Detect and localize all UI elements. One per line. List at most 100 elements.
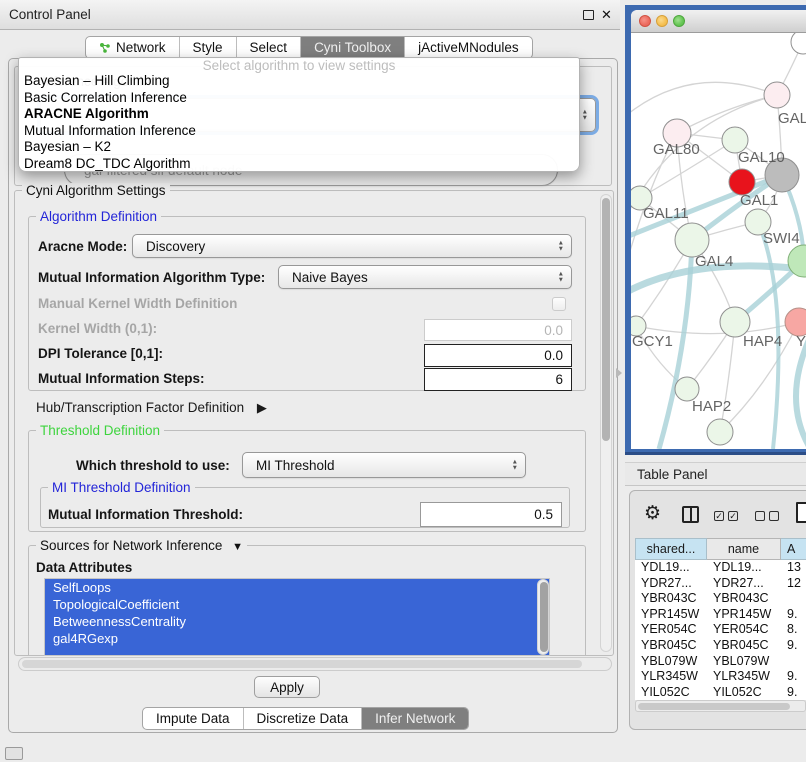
network-node-gal4[interactable] xyxy=(675,223,709,257)
manual-kernel-checkbox[interactable] xyxy=(552,297,566,311)
dropdown-item[interactable]: Mutual Information Inference xyxy=(19,123,579,140)
tab-label: Style xyxy=(193,40,223,55)
mi-steps-label: Mutual Information Steps: xyxy=(38,371,205,386)
tab-network[interactable]: Network xyxy=(86,37,179,58)
node-label: GAL xyxy=(778,110,806,127)
column-header-shared[interactable]: shared... xyxy=(635,538,707,560)
node-table: YDL19...YDL19...13 YDR27...YDR27...12 YB… xyxy=(635,560,806,700)
network-icon xyxy=(99,42,111,54)
hub-definition-toggle[interactable]: Hub/Transcription Factor Definition ▶ xyxy=(36,400,267,416)
tab-label: Network xyxy=(116,40,166,55)
unchecked-box-icon[interactable] xyxy=(769,511,779,521)
zoom-traffic-light[interactable] xyxy=(673,15,685,27)
tab-cyni-toolbox[interactable]: Cyni Toolbox xyxy=(300,37,404,58)
attributes-scrollbar-thumb[interactable] xyxy=(540,582,548,652)
dpi-tolerance-field[interactable]: 0.0 xyxy=(424,344,572,367)
attribute-item[interactable]: BetweennessCentrality xyxy=(45,613,549,630)
mi-threshold-group-title: MI Threshold Definition xyxy=(48,480,195,495)
tab-impute-data[interactable]: Impute Data xyxy=(143,708,243,729)
unchecked-box-icon[interactable] xyxy=(755,511,765,521)
network-node-bottom[interactable] xyxy=(707,419,733,445)
gear-icon[interactable]: ⚙ xyxy=(644,504,661,523)
settings-hscrollbar[interactable] xyxy=(18,657,612,671)
algorithm-dropdown-popup: Select algorithm to view settings Bayesi… xyxy=(18,57,580,172)
mi-type-label: Mutual Information Algorithm Type: xyxy=(38,270,265,285)
table-header: shared... name A xyxy=(635,538,806,560)
table-row[interactable]: YBR043CYBR043C xyxy=(635,591,806,607)
panel-resize-handle[interactable] xyxy=(616,368,622,378)
mi-threshold-field[interactable]: 0.5 xyxy=(420,502,562,527)
dpi-tolerance-label: DPI Tolerance [0,1]: xyxy=(38,346,163,361)
network-window-titlebar[interactable] xyxy=(631,10,806,33)
minimized-panel-icon[interactable] xyxy=(5,747,23,760)
document-icon[interactable] xyxy=(796,502,806,523)
tab-style[interactable]: Style xyxy=(179,37,236,58)
attributes-scrollbar[interactable] xyxy=(537,579,549,655)
control-panel-title: Control Panel xyxy=(9,7,91,22)
table-row[interactable]: YDR27...YDR27...12 xyxy=(635,576,806,592)
stepper-icon: ▲▼ xyxy=(582,110,588,121)
table-row[interactable]: YER054CYER054C8. xyxy=(635,622,806,638)
float-window-icon[interactable] xyxy=(583,10,594,20)
table-row[interactable]: YPR145WYPR145W9. xyxy=(635,607,806,623)
sources-toggle[interactable]: Sources for Network Inference ▼ xyxy=(36,538,247,553)
bottom-tabbar: Impute Data Discretize Data Infer Networ… xyxy=(142,707,469,730)
triangle-down-icon: ▼ xyxy=(232,541,243,553)
checked-box-icon[interactable]: ✓ xyxy=(728,511,738,521)
column-header-partial[interactable]: A xyxy=(781,538,806,560)
dropdown-item[interactable]: Dream8 DC_TDC Algorithm xyxy=(19,156,579,172)
table-row[interactable]: YBR045CYBR045C9. xyxy=(635,638,806,654)
checked-box-icon[interactable]: ✓ xyxy=(714,511,724,521)
which-threshold-value: MI Threshold xyxy=(256,458,335,473)
table-row[interactable]: YBL079WYBL079W xyxy=(635,654,806,670)
dropdown-item[interactable]: Bayesian – Hill Climbing xyxy=(19,73,579,90)
data-attributes-list: SelfLoops TopologicalCoefficient Between… xyxy=(44,578,550,656)
settings-hscrollbar-thumb[interactable] xyxy=(22,660,582,668)
stepper-icon: ▲▼ xyxy=(558,272,564,283)
table-row[interactable]: YDL19...YDL19...13 xyxy=(635,560,806,576)
aracne-mode-value: Discovery xyxy=(146,239,205,254)
attribute-item[interactable]: TopologicalCoefficient xyxy=(45,596,549,613)
settings-scrollbar[interactable] xyxy=(600,194,612,652)
table-panel-titlebar: Table Panel xyxy=(625,462,806,486)
column-header-name[interactable]: name xyxy=(707,538,781,560)
tab-discretize-data[interactable]: Discretize Data xyxy=(243,708,362,729)
close-icon[interactable]: ✕ xyxy=(601,7,612,23)
which-threshold-label: Which threshold to use: xyxy=(76,458,230,473)
node-label: GAL4 xyxy=(695,253,733,270)
dropdown-item[interactable]: Basic Correlation Inference xyxy=(19,90,579,107)
dropdown-item-selected[interactable]: ARACNE Algorithm xyxy=(19,106,579,123)
table-panel-title: Table Panel xyxy=(637,467,708,482)
attribute-item[interactable]: gal4RGexp xyxy=(45,630,549,647)
columns-icon[interactable] xyxy=(682,506,699,523)
kernel-width-field[interactable]: 0.0 xyxy=(424,319,572,341)
tab-jactivemnodules[interactable]: jActiveMNodules xyxy=(404,37,532,58)
settings-scrollbar-thumb[interactable] xyxy=(602,198,610,441)
dropdown-item[interactable]: Bayesian – K2 xyxy=(19,139,579,156)
apply-button[interactable]: Apply xyxy=(254,676,320,698)
stepper-icon: ▲▼ xyxy=(558,241,564,252)
tab-select[interactable]: Select xyxy=(236,37,301,58)
tab-infer-network[interactable]: Infer Network xyxy=(361,708,468,729)
table-hscrollbar[interactable] xyxy=(635,700,806,712)
screen: Control Panel ✕ Network Style Select Cyn… xyxy=(0,0,806,762)
aracne-mode-combo[interactable]: Discovery ▲▼ xyxy=(132,234,572,258)
which-threshold-combo[interactable]: MI Threshold ▲▼ xyxy=(242,452,526,478)
tab-label: jActiveMNodules xyxy=(418,40,519,55)
close-traffic-light[interactable] xyxy=(639,15,651,27)
network-node-salmon[interactable] xyxy=(785,308,806,336)
attribute-item[interactable]: SelfLoops xyxy=(45,579,549,596)
table-hscrollbar-thumb[interactable] xyxy=(638,703,790,710)
network-node[interactable] xyxy=(791,33,806,54)
network-node-gal-partial[interactable] xyxy=(764,82,790,108)
table-row[interactable]: YIL052CYIL052C9. xyxy=(635,685,806,700)
table-row[interactable]: YLR345WYLR345W9. xyxy=(635,669,806,685)
node-label: GCY1 xyxy=(632,333,673,350)
mi-steps-field[interactable]: 6 xyxy=(424,368,572,391)
tab-label: Cyni Toolbox xyxy=(314,40,391,55)
network-canvas[interactable]: GAL GAL80 GAL10 GAL1 GAL11 SWI4 GAL4 GCY… xyxy=(631,33,806,449)
attribute-item-partial[interactable] xyxy=(45,647,549,656)
mi-type-combo[interactable]: Naive Bayes ▲▼ xyxy=(278,265,572,289)
minimize-traffic-light[interactable] xyxy=(656,15,668,27)
aracne-mode-label: Aracne Mode: xyxy=(38,239,127,254)
